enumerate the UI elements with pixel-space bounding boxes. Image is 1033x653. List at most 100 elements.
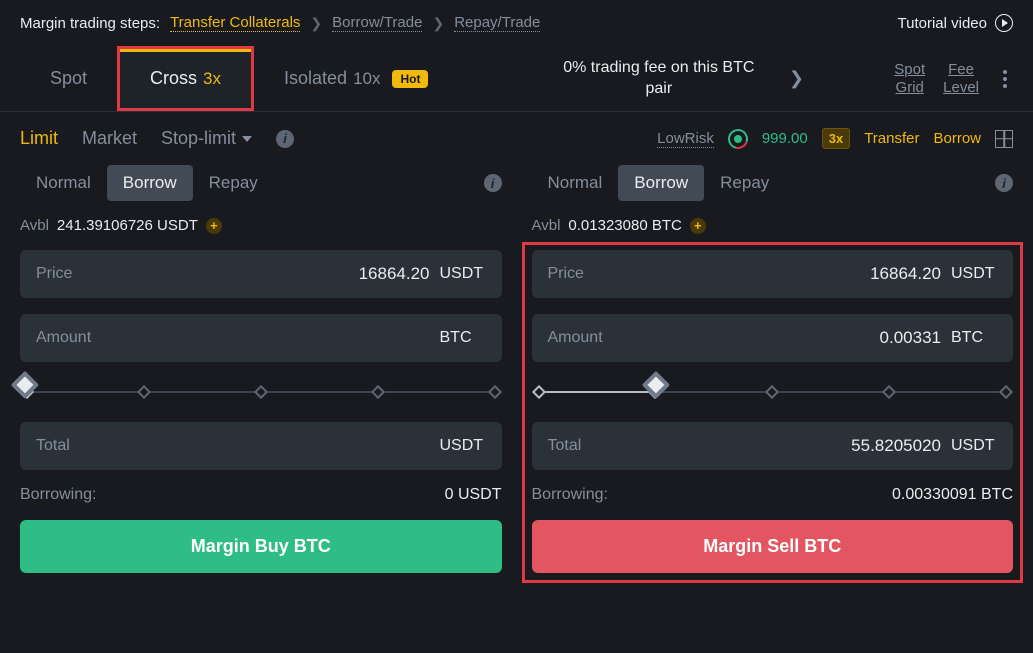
order-panels: Normal Borrow Repay i Avbl 241.39106726 …: [0, 165, 1033, 593]
buy-total-field[interactable]: [70, 436, 440, 456]
more-menu-icon[interactable]: [997, 70, 1013, 88]
order-type-stop-limit[interactable]: Stop-limit: [161, 128, 252, 149]
info-icon[interactable]: i: [995, 174, 1013, 192]
slider-stop[interactable]: [999, 385, 1013, 399]
sell-avbl-value: 0.01323080 BTC: [568, 217, 681, 234]
risk-and-actions: LowRisk 999.00 3x Transfer Borrow: [657, 128, 1013, 149]
fee-promo-banner[interactable]: 0% trading fee on this BTC pair ❯: [458, 58, 894, 100]
price-label: Price: [36, 265, 72, 283]
buy-mode-repay[interactable]: Repay: [193, 165, 274, 201]
buy-borrowing-row: Borrowing: 0 USDT: [20, 486, 502, 504]
slider-stop[interactable]: [371, 385, 385, 399]
sell-price-field[interactable]: [584, 264, 951, 284]
total-unit: USDT: [440, 437, 486, 455]
chevron-right-icon: ❯: [310, 15, 322, 32]
steps-label: Margin trading steps:: [20, 15, 160, 32]
amount-label: Amount: [36, 329, 91, 347]
step-repay-trade[interactable]: Repay/Trade: [454, 14, 540, 32]
order-type-limit[interactable]: Limit: [20, 128, 58, 149]
cross-multiplier: 3x: [203, 69, 221, 89]
order-type-market[interactable]: Market: [82, 128, 137, 149]
info-icon[interactable]: i: [276, 130, 294, 148]
slider-stop[interactable]: [882, 385, 896, 399]
margin-sell-button[interactable]: Margin Sell BTC: [532, 520, 1014, 573]
fee-level-link[interactable]: FeeLevel: [943, 61, 979, 97]
spot-grid-link[interactable]: SpotGrid: [894, 61, 925, 97]
buy-avbl-value: 241.39106726 USDT: [57, 217, 198, 234]
total-label: Total: [36, 437, 70, 455]
buy-price-field[interactable]: [72, 264, 439, 284]
add-funds-icon[interactable]: +: [206, 218, 222, 234]
sell-mode-normal[interactable]: Normal: [532, 165, 619, 201]
slider-stop[interactable]: [487, 385, 501, 399]
sell-amount-input[interactable]: Amount BTC: [532, 314, 1014, 362]
sell-highlight-frame: Price USDT Amount BTC: [532, 250, 1014, 573]
sell-price-input[interactable]: Price USDT: [532, 250, 1014, 298]
hot-badge: Hot: [392, 70, 428, 88]
tab-spot[interactable]: Spot: [20, 46, 117, 111]
risk-label[interactable]: LowRisk: [657, 130, 714, 148]
borrowing-label: Borrowing:: [532, 486, 608, 504]
amount-unit: BTC: [951, 329, 997, 347]
buy-amount-input[interactable]: Amount BTC: [20, 314, 502, 362]
buy-mode-tabs: Normal Borrow Repay: [20, 165, 274, 201]
sell-borrowing-value: 0.00330091 BTC: [892, 486, 1013, 504]
sell-mode-repay[interactable]: Repay: [704, 165, 785, 201]
buy-mode-borrow[interactable]: Borrow: [107, 165, 193, 201]
slider-stop[interactable]: [531, 385, 545, 399]
transfer-link[interactable]: Transfer: [864, 130, 919, 148]
tutorial-video-link[interactable]: Tutorial video: [898, 14, 1014, 32]
tab-isolated[interactable]: Isolated 10x Hot: [254, 46, 458, 111]
leverage-badge[interactable]: 3x: [822, 128, 850, 149]
amount-label: Amount: [548, 329, 603, 347]
sell-amount-slider[interactable]: [534, 386, 1012, 398]
sell-available-row: Avbl 0.01323080 BTC +: [532, 217, 1014, 234]
buy-mode-normal[interactable]: Normal: [20, 165, 107, 201]
borrowing-label: Borrowing:: [20, 486, 96, 504]
step-transfer-collaterals[interactable]: Transfer Collaterals: [170, 14, 300, 32]
step-borrow-trade[interactable]: Borrow/Trade: [332, 14, 422, 32]
isolated-multiplier: 10x: [353, 69, 380, 89]
risk-gauge-icon: [724, 125, 751, 152]
slider-stop[interactable]: [254, 385, 268, 399]
sell-total-input[interactable]: Total USDT: [532, 422, 1014, 470]
chevron-right-icon: ❯: [789, 67, 804, 90]
amount-unit: BTC: [440, 329, 486, 347]
slider-stop[interactable]: [137, 385, 151, 399]
right-links: SpotGrid FeeLevel: [894, 61, 1013, 97]
slider-dots: [22, 387, 500, 397]
play-icon: [995, 14, 1013, 32]
main-tabs: Spot Cross 3x Isolated 10x Hot 0% tradin…: [0, 46, 1033, 112]
buy-total-input[interactable]: Total USDT: [20, 422, 502, 470]
price-unit: USDT: [951, 265, 997, 283]
borrow-link[interactable]: Borrow: [933, 130, 981, 148]
slider-stop[interactable]: [765, 385, 779, 399]
buy-amount-slider[interactable]: [22, 386, 500, 398]
layout-icon[interactable]: [995, 130, 1013, 148]
avbl-label: Avbl: [20, 217, 49, 234]
fee-promo-text: 0% trading fee on this BTC pair: [549, 58, 769, 100]
tab-cross[interactable]: Cross 3x: [117, 46, 254, 111]
margin-steps: Margin trading steps: Transfer Collatera…: [20, 14, 540, 32]
sell-mode-tabs: Normal Borrow Repay: [532, 165, 786, 201]
risk-value: 999.00: [762, 130, 808, 147]
sell-total-field[interactable]: [581, 436, 951, 456]
tutorial-label: Tutorial video: [898, 15, 988, 32]
tab-isolated-label: Isolated: [284, 68, 347, 89]
tab-cross-label: Cross: [150, 68, 197, 89]
slider-dots: [534, 387, 1012, 397]
sell-mode-row: Normal Borrow Repay i: [532, 165, 1014, 201]
margin-buy-button[interactable]: Margin Buy BTC: [20, 520, 502, 573]
add-funds-icon[interactable]: +: [690, 218, 706, 234]
buy-price-input[interactable]: Price USDT: [20, 250, 502, 298]
info-icon[interactable]: i: [484, 174, 502, 192]
price-label: Price: [548, 265, 584, 283]
buy-borrowing-value: 0 USDT: [445, 486, 502, 504]
sell-amount-field[interactable]: [603, 328, 951, 348]
total-label: Total: [548, 437, 582, 455]
buy-amount-field[interactable]: [91, 328, 439, 348]
order-type-row: Limit Market Stop-limit i LowRisk 999.00…: [0, 112, 1033, 165]
order-type-tabs: Limit Market Stop-limit i: [20, 128, 294, 149]
sell-mode-borrow[interactable]: Borrow: [618, 165, 704, 201]
price-unit: USDT: [440, 265, 486, 283]
